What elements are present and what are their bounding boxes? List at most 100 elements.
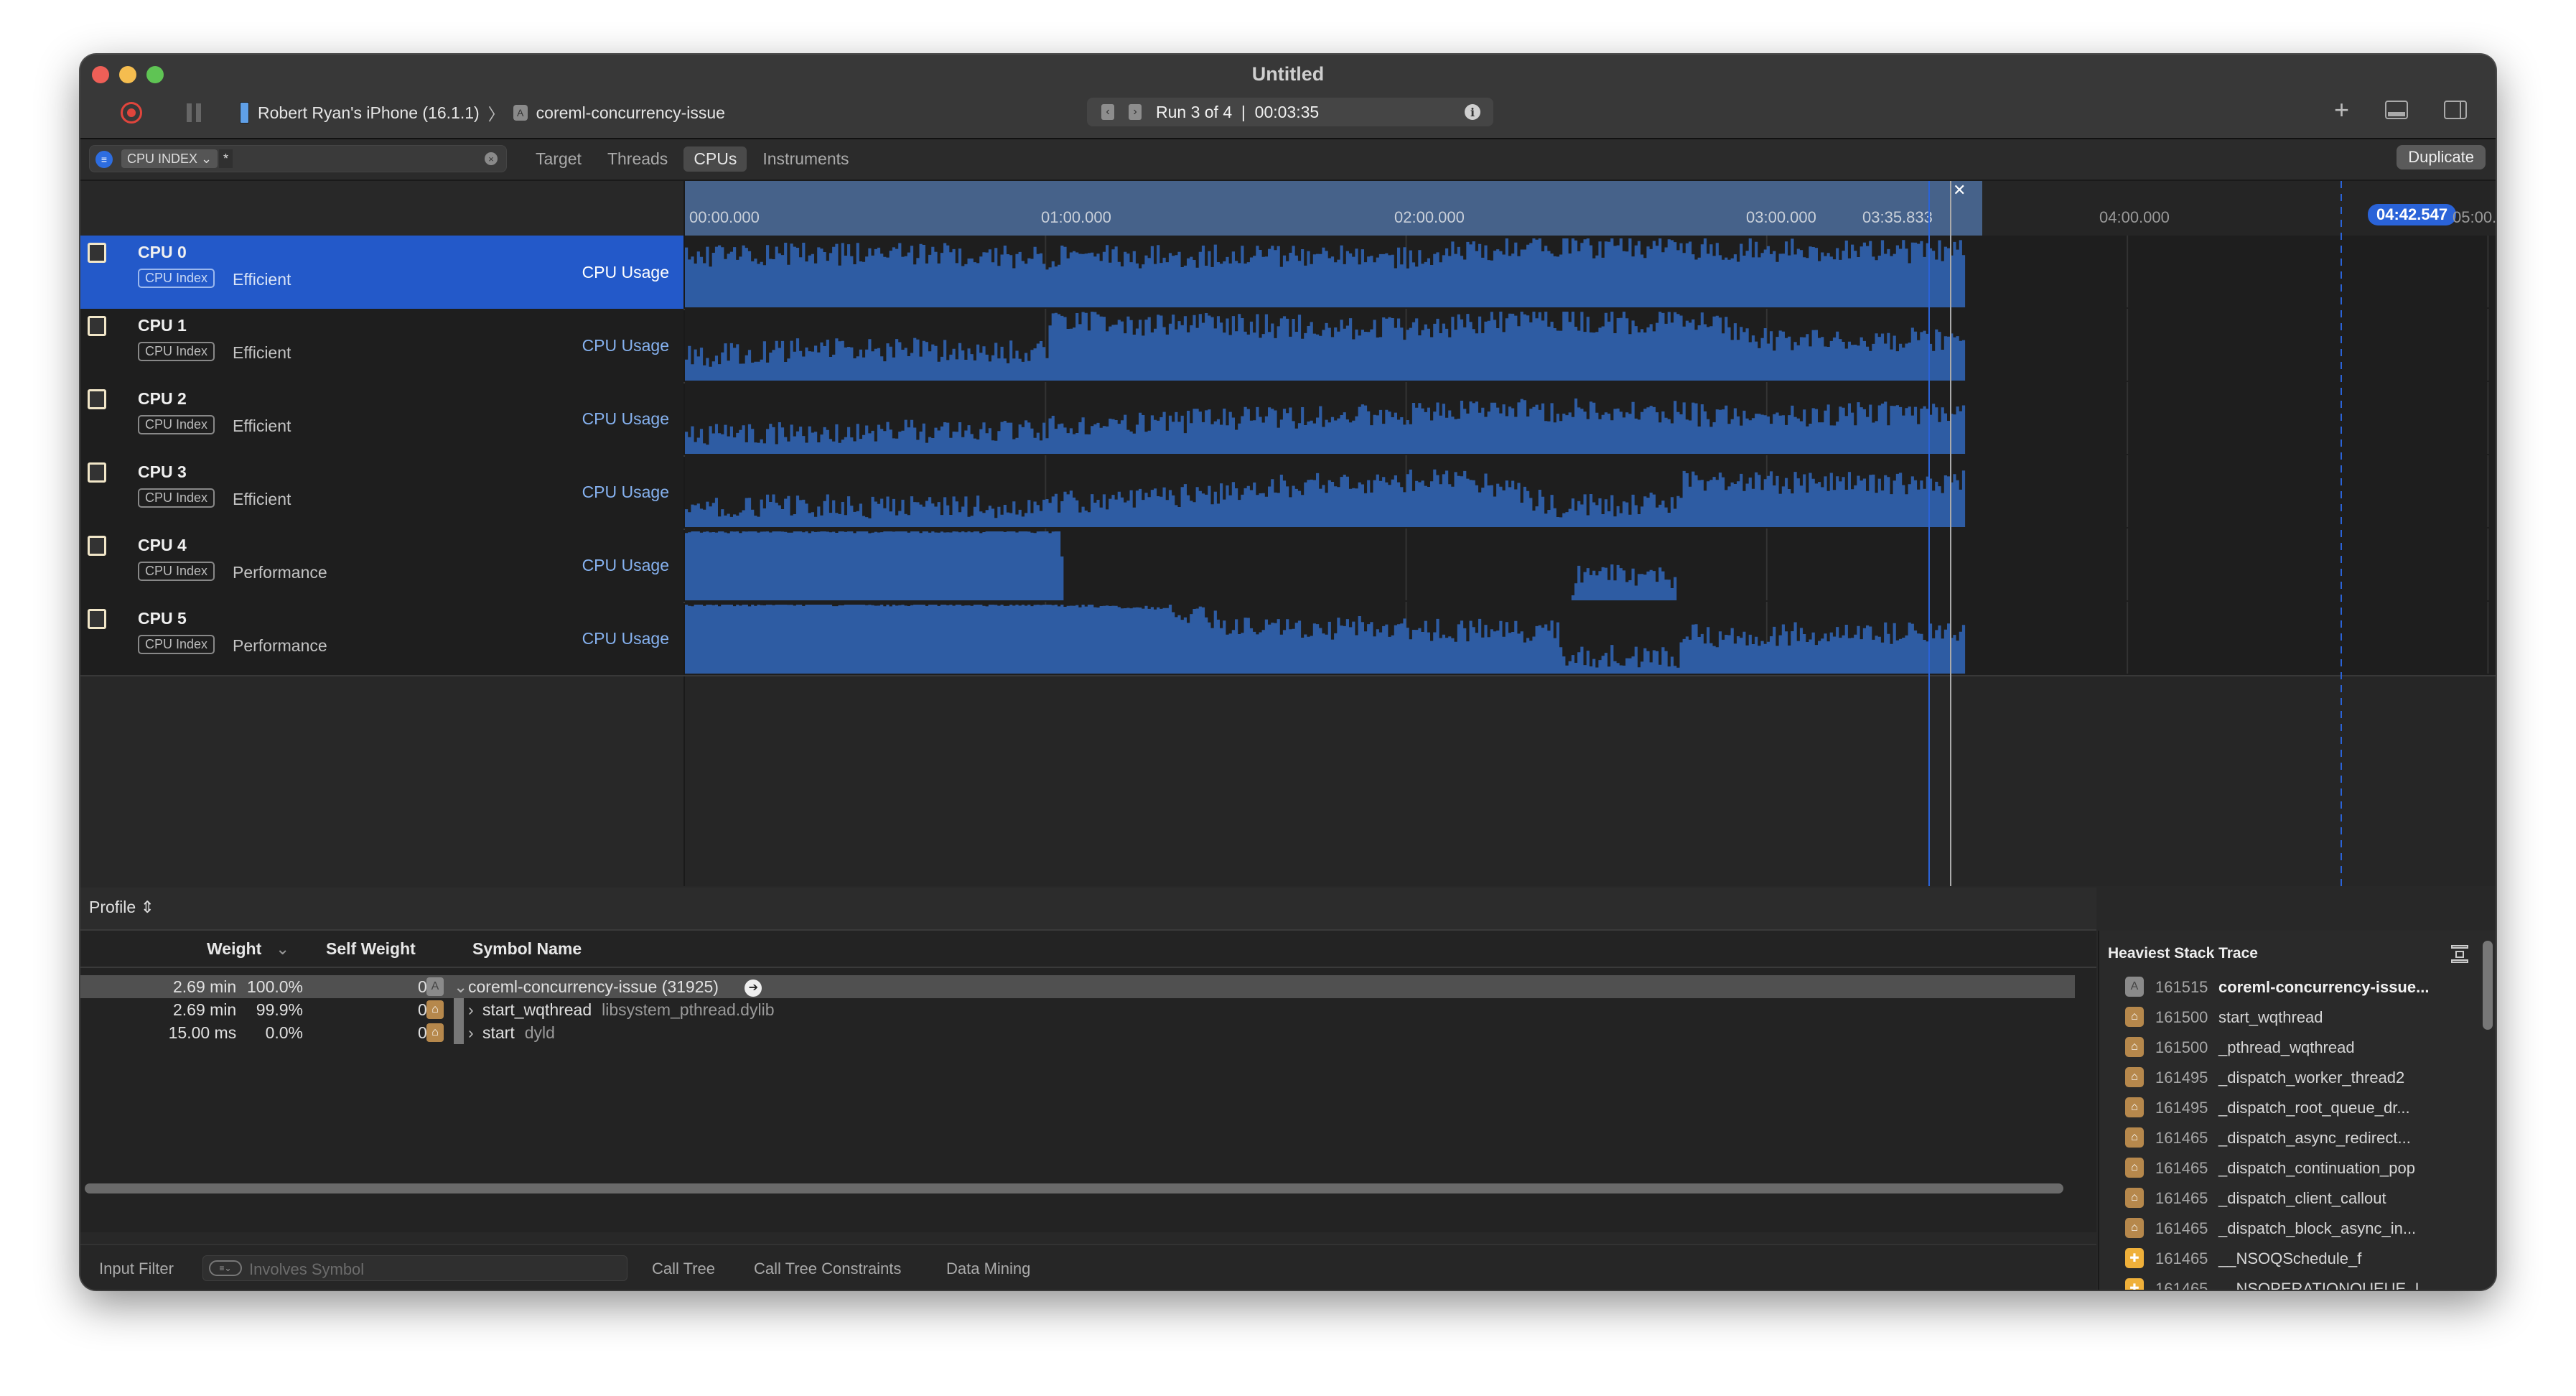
frame-count: 161495 [2155, 1099, 2208, 1117]
library-icon: ⌂ [2125, 1188, 2144, 1208]
track-header[interactable]: CPU 5 CPU Index Performance CPU Usage [80, 602, 683, 675]
vertical-scrollbar[interactable] [2483, 941, 2493, 1030]
data-mining-button[interactable]: Data Mining [946, 1260, 1030, 1278]
input-filter-label: Input Filter [99, 1260, 174, 1278]
filter-icon[interactable]: ≡ [95, 151, 113, 168]
detail-header: Profile ⇕ [80, 888, 2096, 931]
track-checkbox[interactable] [88, 536, 106, 556]
scope-tabs: Target Threads CPUs Instruments [526, 146, 859, 172]
cpu-usage-plot [685, 309, 2489, 381]
library-icon: ⌂ [2125, 1218, 2144, 1238]
add-instrument-icon[interactable]: + [2334, 97, 2349, 123]
cpu-usage-graph[interactable] [685, 602, 2496, 675]
track-checkbox[interactable] [88, 609, 106, 629]
filter-value[interactable]: * [219, 149, 233, 168]
cpu-index-badge: CPU Index [138, 562, 215, 581]
cpu-track[interactable]: CPU 4 CPU Index Performance CPU Usage [80, 529, 2496, 603]
cpu-track[interactable]: CPU 0 CPU Index Efficient CPU Usage [80, 236, 2496, 310]
symbol-name: coreml-concurrency-issue (31925) ➔ [468, 977, 762, 997]
cpu-usage-graph[interactable] [685, 309, 2496, 382]
track-checkbox[interactable] [88, 462, 106, 483]
frame-symbol: coreml-concurrency-issue... [2218, 978, 2430, 996]
cpu-track[interactable]: CPU 1 CPU Index Efficient CPU Usage [80, 309, 2496, 383]
tab-target[interactable]: Target [526, 146, 592, 172]
expand-stack-icon[interactable] [2451, 945, 2468, 964]
clear-filter-icon[interactable]: × [485, 152, 498, 165]
horizontal-scrollbar[interactable] [85, 1183, 2063, 1193]
track-header[interactable]: CPU 2 CPU Index Efficient CPU Usage [80, 382, 683, 455]
graph-label[interactable]: CPU Usage [582, 629, 669, 648]
cpu-index-badge: CPU Index [138, 342, 215, 361]
cpu-index-badge: CPU Index [138, 635, 215, 654]
disclosure-icon[interactable]: › [468, 1000, 474, 1020]
call-tree-button[interactable]: Call Tree [652, 1260, 715, 1278]
pause-icon[interactable] [187, 103, 202, 122]
tab-cpus[interactable]: CPUs [683, 146, 747, 172]
go-to-arrow-icon[interactable]: ➔ [745, 979, 762, 997]
cpu-usage-graph[interactable] [685, 529, 2496, 602]
record-icon[interactable] [121, 102, 142, 124]
track-name: CPU 2 [138, 389, 187, 408]
frame-count: 161495 [2155, 1069, 2208, 1086]
involves-symbol-field[interactable]: ≡⌄ Involves Symbol [202, 1255, 627, 1281]
graph-label[interactable]: CPU Usage [582, 409, 669, 429]
call-tree: Weight ⌄ Self Weight Symbol Name 2.69 mi… [80, 931, 2096, 1232]
inspection-head-time[interactable]: 04:42.547 [2368, 204, 2457, 225]
next-run-button[interactable]: › [1129, 104, 1142, 120]
filter-options-icon[interactable]: ≡⌄ [209, 1260, 242, 1276]
call-tree-row[interactable]: 2.69 min 99.9% 0 s ⌂ › start_wqthreadlib… [80, 998, 2075, 1021]
framework-icon: ✚ [2125, 1278, 2144, 1290]
call-tree-row[interactable]: 2.69 min 100.0% 0 s A ⌄ coreml-concurren… [80, 975, 2075, 998]
disclosure-icon[interactable]: › [468, 1023, 474, 1043]
target-selector[interactable]: Robert Ryan's iPhone (16.1.1) 〉 A coreml… [240, 101, 725, 125]
cpu-track[interactable]: CPU 3 CPU Index Efficient CPU Usage [80, 455, 2496, 530]
track-checkbox[interactable] [88, 243, 106, 263]
toggle-detail-pane-icon[interactable] [2385, 101, 2408, 119]
track-name: CPU 5 [138, 609, 187, 628]
frame-symbol: _dispatch_root_queue_dr... [2218, 1099, 2410, 1117]
selection-close-icon[interactable]: ✕ [1953, 181, 1966, 200]
track-filter-field[interactable]: ≡ CPU INDEX ⌄ * × [89, 145, 507, 172]
cpu-track[interactable]: CPU 5 CPU Index Performance CPU Usage [80, 602, 2496, 676]
time-ruler[interactable]: 00:00.000 01:00.000 02:00.000 03:00.000 … [685, 181, 2496, 236]
frame-count: 161500 [2155, 1008, 2208, 1026]
graph-label[interactable]: CPU Usage [582, 263, 669, 282]
call-tree-constraints-button[interactable]: Call Tree Constraints [754, 1260, 901, 1278]
graph-label[interactable]: CPU Usage [582, 483, 669, 502]
duplicate-button[interactable]: Duplicate [2397, 145, 2486, 169]
track-header[interactable]: CPU 1 CPU Index Efficient CPU Usage [80, 309, 683, 382]
filter-token[interactable]: CPU INDEX ⌄ [121, 149, 218, 168]
sort-chevron-icon[interactable]: ⌄ [276, 939, 289, 959]
track-checkbox[interactable] [88, 389, 106, 409]
track-header[interactable]: CPU 3 CPU Index Efficient CPU Usage [80, 455, 683, 529]
cpu-usage-graph[interactable] [685, 382, 2496, 455]
device-name: Robert Ryan's iPhone (16.1.1) [258, 103, 480, 122]
cpu-usage-graph[interactable] [685, 455, 2496, 529]
track-header[interactable]: CPU 0 CPU Index Efficient CPU Usage [80, 236, 683, 309]
tab-instruments[interactable]: Instruments [752, 146, 859, 172]
column-weight[interactable]: Weight [207, 939, 261, 959]
track-header[interactable]: CPU 4 CPU Index Performance CPU Usage [80, 529, 683, 602]
graph-label[interactable]: CPU Usage [582, 336, 669, 355]
disclosure-icon[interactable]: ⌄ [454, 977, 467, 997]
tick-label: 03:00.000 [1746, 208, 1816, 226]
tick-label: 04:00.000 [2099, 208, 2170, 226]
app-icon: A [426, 977, 444, 996]
column-self-weight[interactable]: Self Weight [326, 939, 416, 959]
track-name: CPU 0 [138, 243, 187, 261]
info-icon[interactable]: i [1465, 104, 1480, 120]
call-tree-row[interactable]: 15.00 ms 0.0% 0 s ⌂ › startdyld [80, 1021, 2075, 1044]
tab-threads[interactable]: Threads [597, 146, 678, 172]
column-symbol-name[interactable]: Symbol Name [472, 939, 582, 959]
usage-series [685, 605, 1966, 674]
run-navigator: ‹ › Run 3 of 4 | 00:03:35 i [1087, 98, 1493, 126]
toggle-inspector-icon[interactable] [2444, 101, 2467, 119]
depth-indicator [454, 998, 464, 1021]
detail-mode-selector[interactable]: Profile ⇕ [89, 898, 154, 917]
cpu-track[interactable]: CPU 2 CPU Index Efficient CPU Usage [80, 382, 2496, 457]
cpu-usage-graph[interactable] [685, 236, 2496, 310]
previous-run-button[interactable]: ‹ [1101, 104, 1114, 120]
frame-count: 161465 [2155, 1280, 2208, 1290]
graph-label[interactable]: CPU Usage [582, 556, 669, 575]
track-checkbox[interactable] [88, 316, 106, 336]
